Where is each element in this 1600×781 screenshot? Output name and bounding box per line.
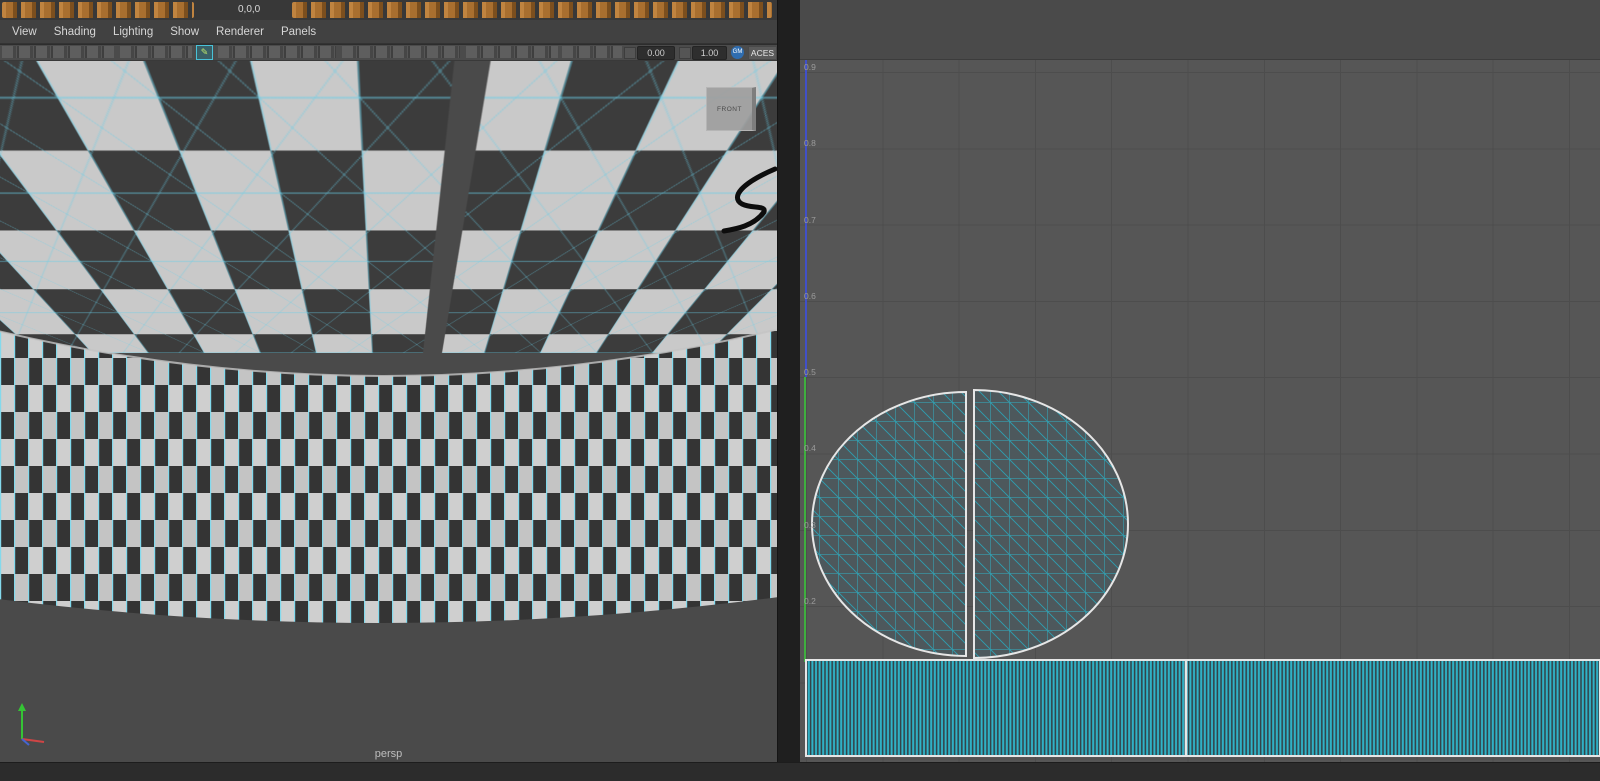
- toolbar-icon-group-snap[interactable]: [120, 46, 192, 58]
- uv-shell-right-half[interactable]: [973, 388, 1129, 660]
- shelf-icons-right[interactable]: [292, 2, 772, 18]
- exposure-icon[interactable]: [624, 47, 636, 59]
- menu-panels[interactable]: Panels: [281, 26, 316, 38]
- active-tool-icon[interactable]: ✎: [196, 45, 213, 60]
- gamma-icon[interactable]: [679, 47, 691, 59]
- uv-shell-strip[interactable]: [805, 659, 1600, 757]
- panel-toolbar: ✎ 0.00 1.00 GM ACES: [0, 45, 777, 61]
- panel-splitter[interactable]: [777, 0, 800, 781]
- uv-ruler-label: 0.7: [804, 215, 816, 225]
- checker-wall: [0, 328, 777, 624]
- uv-editor-canvas[interactable]: 0.9 0.8 0.7 0.6 0.5 0.4 0.3 0.2: [800, 60, 1600, 762]
- menu-view[interactable]: View: [12, 26, 37, 38]
- uv-editor-panel: 0.9 0.8 0.7 0.6 0.5 0.4 0.3 0.2: [800, 0, 1600, 781]
- menu-lighting[interactable]: Lighting: [113, 26, 153, 38]
- shelf-coordinates: 0,0,0: [238, 4, 261, 15]
- shelf-icons-left[interactable]: [2, 2, 194, 18]
- exposure-field[interactable]: 0.00: [637, 46, 675, 60]
- toolbar-icon-group-layout[interactable]: [218, 46, 336, 58]
- uv-editor-toolbar: [800, 0, 1600, 60]
- panel-menubar: View Shading Lighting Show Renderer Pane…: [0, 20, 777, 44]
- uv-ruler-label: 0.6: [804, 291, 816, 301]
- menu-renderer[interactable]: Renderer: [216, 26, 264, 38]
- toolbar-icon-group-display[interactable]: [342, 46, 460, 58]
- uv-shell-left-half[interactable]: [811, 390, 967, 658]
- gamma-field[interactable]: 1.00: [692, 46, 727, 60]
- bottom-bar: [0, 762, 1600, 781]
- uv-ruler-label: 0.5: [804, 367, 816, 377]
- maya-window: 0,0,0 View Shading Lighting Show Rendere…: [0, 0, 1600, 781]
- gamma-badge-icon[interactable]: GM: [731, 46, 744, 59]
- uv-ruler-label: 0.8: [804, 138, 816, 148]
- camera-name-label: persp: [374, 748, 403, 760]
- menu-shading[interactable]: Shading: [54, 26, 96, 38]
- perspective-viewport[interactable]: FRONT persp: [0, 61, 777, 762]
- toolbar-icon-group-lighting[interactable]: [466, 46, 558, 58]
- uv-ruler-label: 0.3: [804, 520, 816, 530]
- uv-ruler-label: 0.9: [804, 62, 816, 72]
- menu-show[interactable]: Show: [170, 26, 199, 38]
- shelf-bar: 0,0,0: [0, 0, 777, 21]
- curve-object[interactable]: [690, 91, 777, 241]
- colorspace-dropdown[interactable]: ACES: [748, 46, 777, 60]
- uv-ruler-label: 0.4: [804, 443, 816, 453]
- uv-shells: [805, 388, 1600, 757]
- toolbar-icon-group-select[interactable]: [2, 46, 114, 58]
- axis-indicator: [18, 703, 45, 746]
- toolbar-icon-group-render[interactable]: [562, 46, 622, 58]
- uv-ruler-label: 0.2: [804, 596, 816, 606]
- perspective-panel: 0,0,0 View Shading Lighting Show Rendere…: [0, 0, 777, 781]
